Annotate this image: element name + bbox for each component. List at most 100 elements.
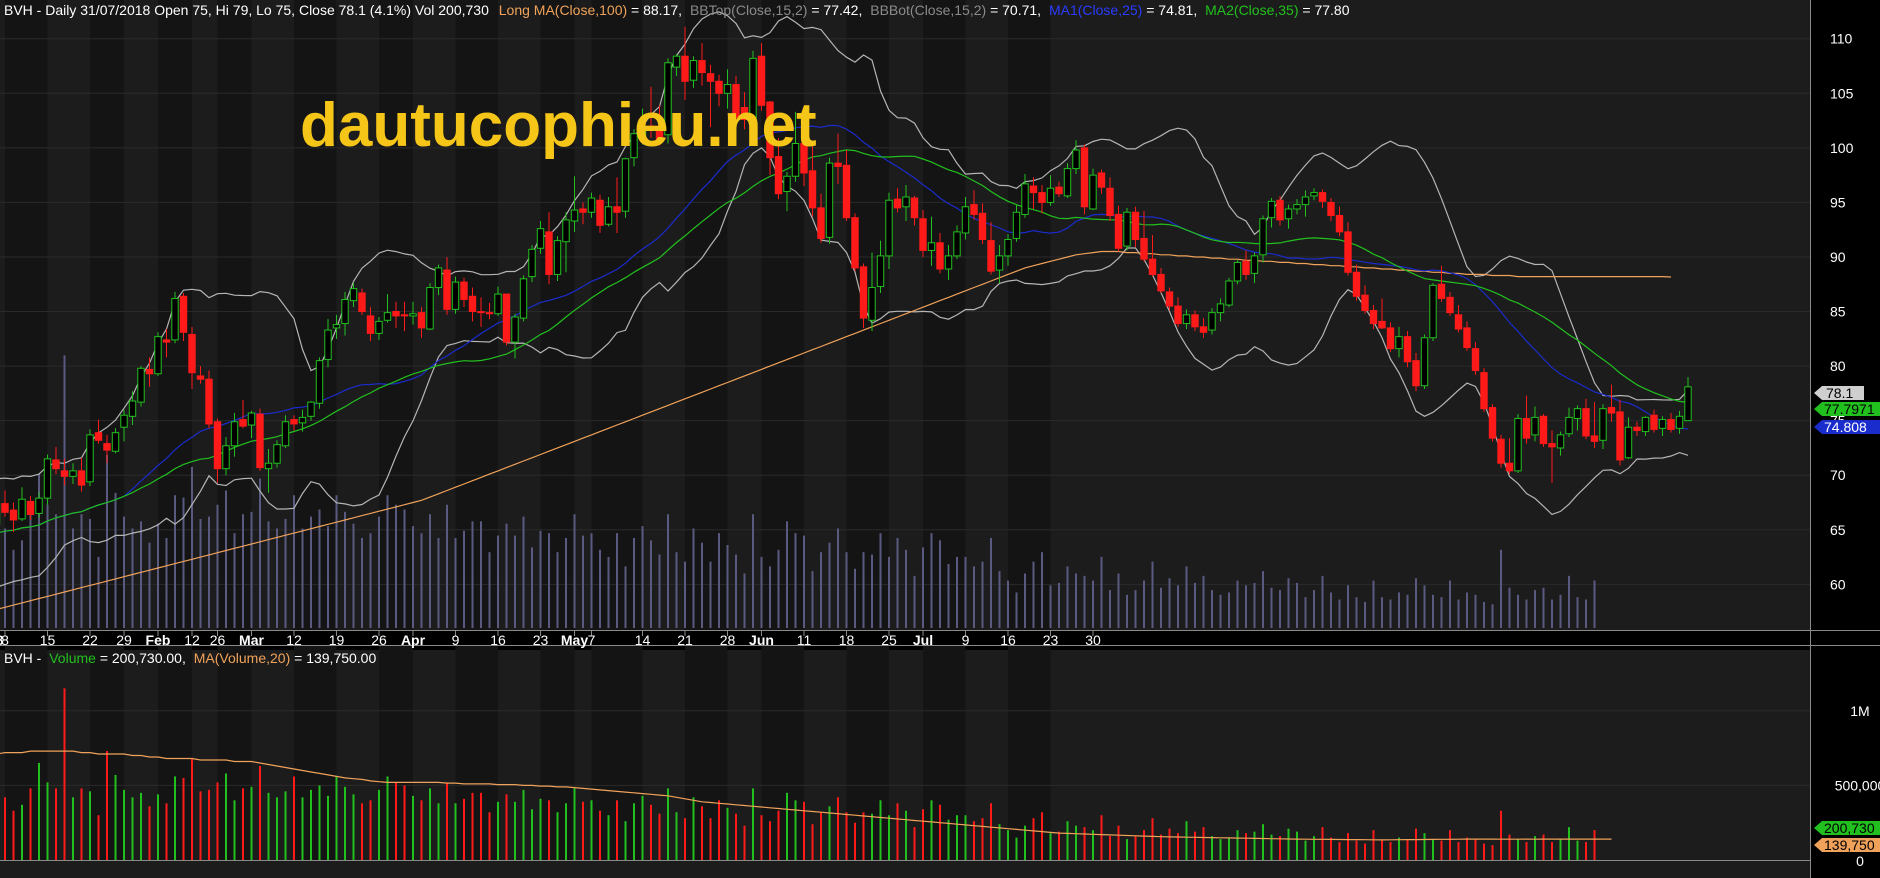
candle-body: [579, 208, 587, 213]
x-tick-label: 30: [1085, 632, 1101, 648]
candle-body: [1599, 408, 1607, 441]
candle-body: [1420, 337, 1429, 387]
candle-body: [1454, 314, 1463, 330]
x-tick-label: 29: [116, 632, 132, 648]
volume-y-tick-label: 500,000: [1835, 777, 1880, 793]
candle: [358, 288, 366, 315]
candle-body: [1072, 149, 1080, 170]
candle-body: [876, 255, 885, 287]
candle-body: [1012, 211, 1021, 239]
candle: [1429, 283, 1437, 342]
badge-ma35-text: 77.7971: [1824, 401, 1875, 417]
candle-body: [587, 197, 596, 213]
x-tick-label: 25: [881, 632, 897, 648]
candle-body: [69, 470, 77, 477]
candle-body: [825, 162, 834, 238]
candle-body: [1259, 218, 1267, 256]
candle-body: [1395, 336, 1403, 350]
candle-body: [936, 242, 944, 270]
candle-body: [1633, 426, 1641, 431]
x-tick-label: Feb: [146, 632, 171, 648]
y-tick-label: 80: [1830, 358, 1846, 374]
badge-ma35: 77.7971: [1814, 401, 1880, 417]
bbtop-label: BBTop(Close,15,2): [690, 2, 808, 18]
vol-ma-value: = 139,750.00: [290, 650, 376, 666]
candle-body: [1, 503, 9, 513]
candle: [851, 213, 859, 272]
candle-body: [1233, 261, 1242, 282]
candle-body: [60, 470, 69, 477]
candle-body: [970, 204, 978, 215]
candle-body: [706, 73, 715, 82]
x-tick-label: 12: [184, 632, 200, 648]
y-tick-label: 65: [1830, 522, 1846, 538]
candle-body: [468, 295, 477, 313]
price-header: BVH - Daily 31/07/2018 Open 75, Hi 79, L…: [4, 2, 1350, 18]
y-tick-label: 110: [1830, 31, 1853, 47]
candle-body: [604, 206, 613, 225]
candle-body: [43, 458, 52, 499]
candle: [154, 332, 162, 376]
candle-body: [511, 316, 519, 343]
stripe-volume: [761, 646, 804, 860]
candle: [256, 408, 264, 471]
candle-body: [1310, 192, 1318, 197]
badge-ma25-text: 74.808: [1824, 419, 1867, 435]
vol-ma-label: MA(Volume,20): [194, 650, 290, 666]
candle: [86, 429, 94, 487]
stripe: [923, 0, 966, 630]
candle-body: [426, 287, 434, 330]
badge-vol-ma: 139,750: [1814, 837, 1880, 853]
candle-body: [1276, 199, 1284, 221]
candle-body: [1667, 419, 1675, 430]
candle: [1063, 163, 1072, 199]
candle-body: [1182, 314, 1191, 325]
candle-body: [1055, 186, 1063, 195]
candle: [1080, 144, 1089, 215]
candle-body: [1412, 360, 1420, 387]
candle-body: [596, 199, 604, 226]
candle-body: [1114, 213, 1123, 249]
candle-body: [94, 432, 103, 441]
candle-body: [400, 314, 409, 317]
candle-body: [1352, 271, 1361, 297]
candle-body: [885, 199, 893, 257]
candle-body: [1327, 201, 1335, 217]
badge-volume-text: 200,730: [1824, 820, 1875, 836]
badge-vol-ma-text: 139,750: [1824, 837, 1875, 853]
candle-body: [927, 242, 936, 251]
candle-body: [392, 311, 400, 317]
candle-body: [910, 197, 919, 219]
candle-body: [35, 497, 43, 514]
candle-body: [1046, 187, 1055, 203]
candle: [1233, 260, 1242, 285]
candle-body: [1038, 192, 1046, 203]
x-tick-label: 14: [635, 632, 651, 648]
candle: [621, 157, 630, 218]
candle-body: [145, 368, 154, 375]
candle-body: [1131, 211, 1140, 241]
badge-close: 78.1: [1814, 385, 1864, 401]
candle-body: [1573, 408, 1582, 419]
ma25-label: MA1(Close,25): [1049, 2, 1142, 18]
candle-body: [383, 312, 392, 321]
candle: [273, 440, 281, 468]
candle-body: [358, 292, 366, 313]
candle-body: [137, 367, 145, 403]
candle-body: [460, 281, 468, 301]
candle-body: [1165, 291, 1174, 307]
candle-body: [1157, 273, 1165, 292]
candle-body: [1106, 187, 1114, 217]
x-tick-label: Jul: [913, 632, 933, 648]
candle-body: [1250, 255, 1259, 274]
candle-body: [485, 312, 494, 315]
candle-body: [1097, 172, 1106, 188]
candle-body: [681, 55, 689, 82]
candle-body: [1463, 327, 1471, 349]
candle: [825, 157, 834, 244]
candle: [1480, 368, 1488, 412]
candle-body: [621, 158, 630, 212]
candle-body: [1369, 309, 1378, 325]
candle-body: [953, 231, 961, 257]
candle-body: [443, 269, 451, 310]
